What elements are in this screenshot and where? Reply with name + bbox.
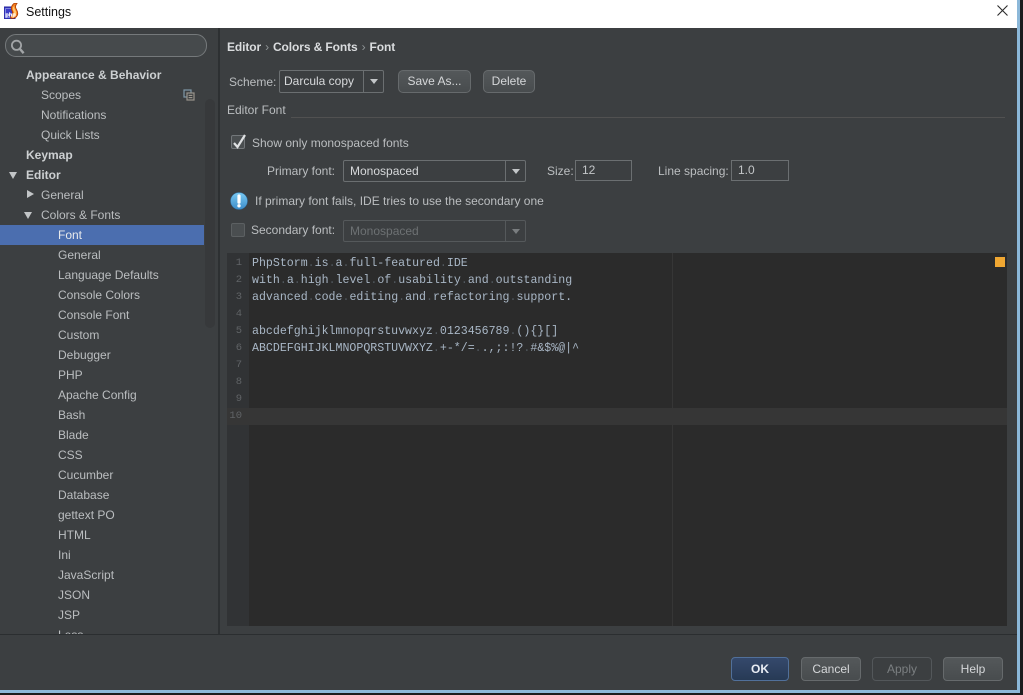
svg-text:php: php (5, 12, 16, 18)
